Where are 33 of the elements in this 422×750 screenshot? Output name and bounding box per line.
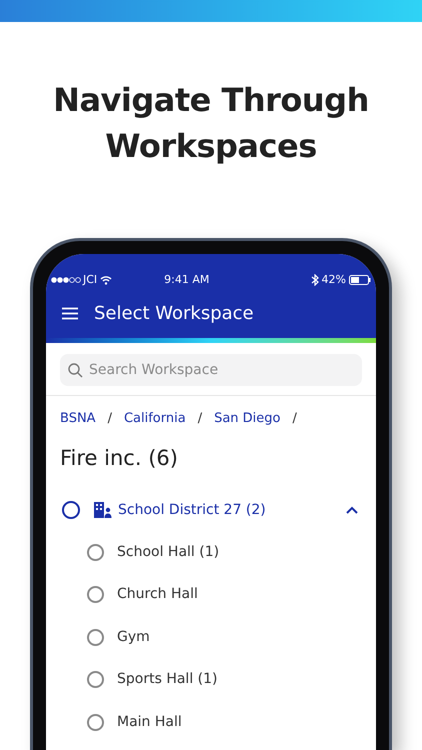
workspace-label[interactable]: Sports Hall (1) [117,669,218,690]
workspace-label[interactable]: Church Hall [117,584,198,606]
wifi-icon [100,275,112,285]
screen-title: Select Workspace [94,302,254,326]
bluetooth-icon [310,274,319,286]
building-icon [94,502,112,518]
radio-button[interactable] [87,544,104,561]
workspace-heading: Fire inc. (6) [59,445,179,472]
breadcrumb-separator: / [198,410,202,428]
chevron-up-icon[interactable] [346,506,358,514]
radio-button[interactable] [62,501,80,519]
signal-icon [51,277,81,283]
headline: Navigate Through Workspaces [52,80,370,167]
radio-button[interactable] [87,586,104,604]
breadcrumb-separator: / [292,410,297,428]
breadcrumb-link[interactable]: BSNA [60,409,96,429]
workspace-label[interactable]: Main Hall [117,712,182,733]
clock-time: 9:41 AM [164,272,210,288]
search-icon [68,362,83,378]
workspace-label[interactable]: School Hall (1) [117,542,220,563]
battery-icon [349,275,371,285]
carrier-name: JCI [83,272,98,288]
breadcrumb-link[interactable]: San Diego [214,409,280,429]
breadcrumb-separator: / [108,410,112,428]
workspace-label[interactable]: Gym [117,626,150,648]
breadcrumb-link[interactable]: California [124,409,186,429]
radio-button[interactable] [87,714,104,731]
search-field[interactable]: Search Workspace [60,354,362,386]
radio-button[interactable] [87,671,104,688]
radio-button[interactable] [87,628,104,646]
battery-percent: 42% [322,272,346,288]
district-label[interactable]: School District 27 (2) [118,500,266,520]
menu-icon[interactable] [62,306,78,320]
